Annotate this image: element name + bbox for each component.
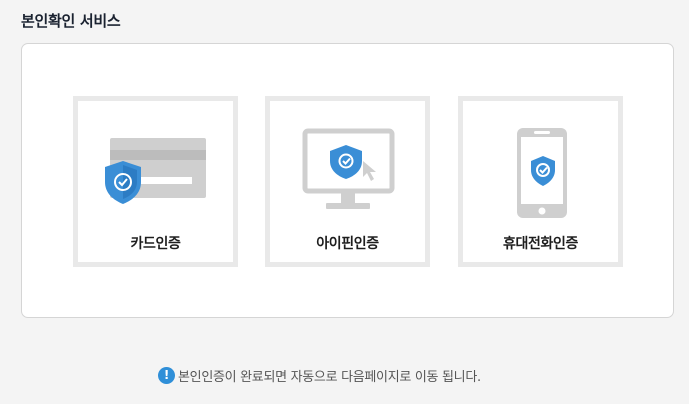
mobile-phone-shield-icon <box>517 128 567 218</box>
verification-panel: 카드인증 아이핀인증 휴대전화인증 <box>21 43 674 318</box>
credit-card-shield-icon <box>105 138 206 204</box>
section-title: 본인확인 서비스 <box>21 12 121 30</box>
redirect-notice: ! 본인인증이 완료되면 자동으로 다음페이지로 이동 됩니다. <box>158 365 481 385</box>
ipin-verification-option[interactable]: 아이핀인증 <box>265 96 430 267</box>
exclamation-icon: ! <box>158 366 175 384</box>
mobile-verification-option[interactable]: 휴대전화인증 <box>458 96 623 267</box>
card-verification-label: 카드인증 <box>130 236 181 252</box>
ipin-verification-label: 아이핀인증 <box>316 236 379 252</box>
card-verification-option[interactable]: 카드인증 <box>73 96 238 267</box>
monitor-shield-cursor-icon <box>302 128 395 209</box>
mobile-verification-label: 휴대전화인증 <box>503 236 578 252</box>
notice-text: 본인인증이 완료되면 자동으로 다음페이지로 이동 됩니다. <box>178 369 481 385</box>
